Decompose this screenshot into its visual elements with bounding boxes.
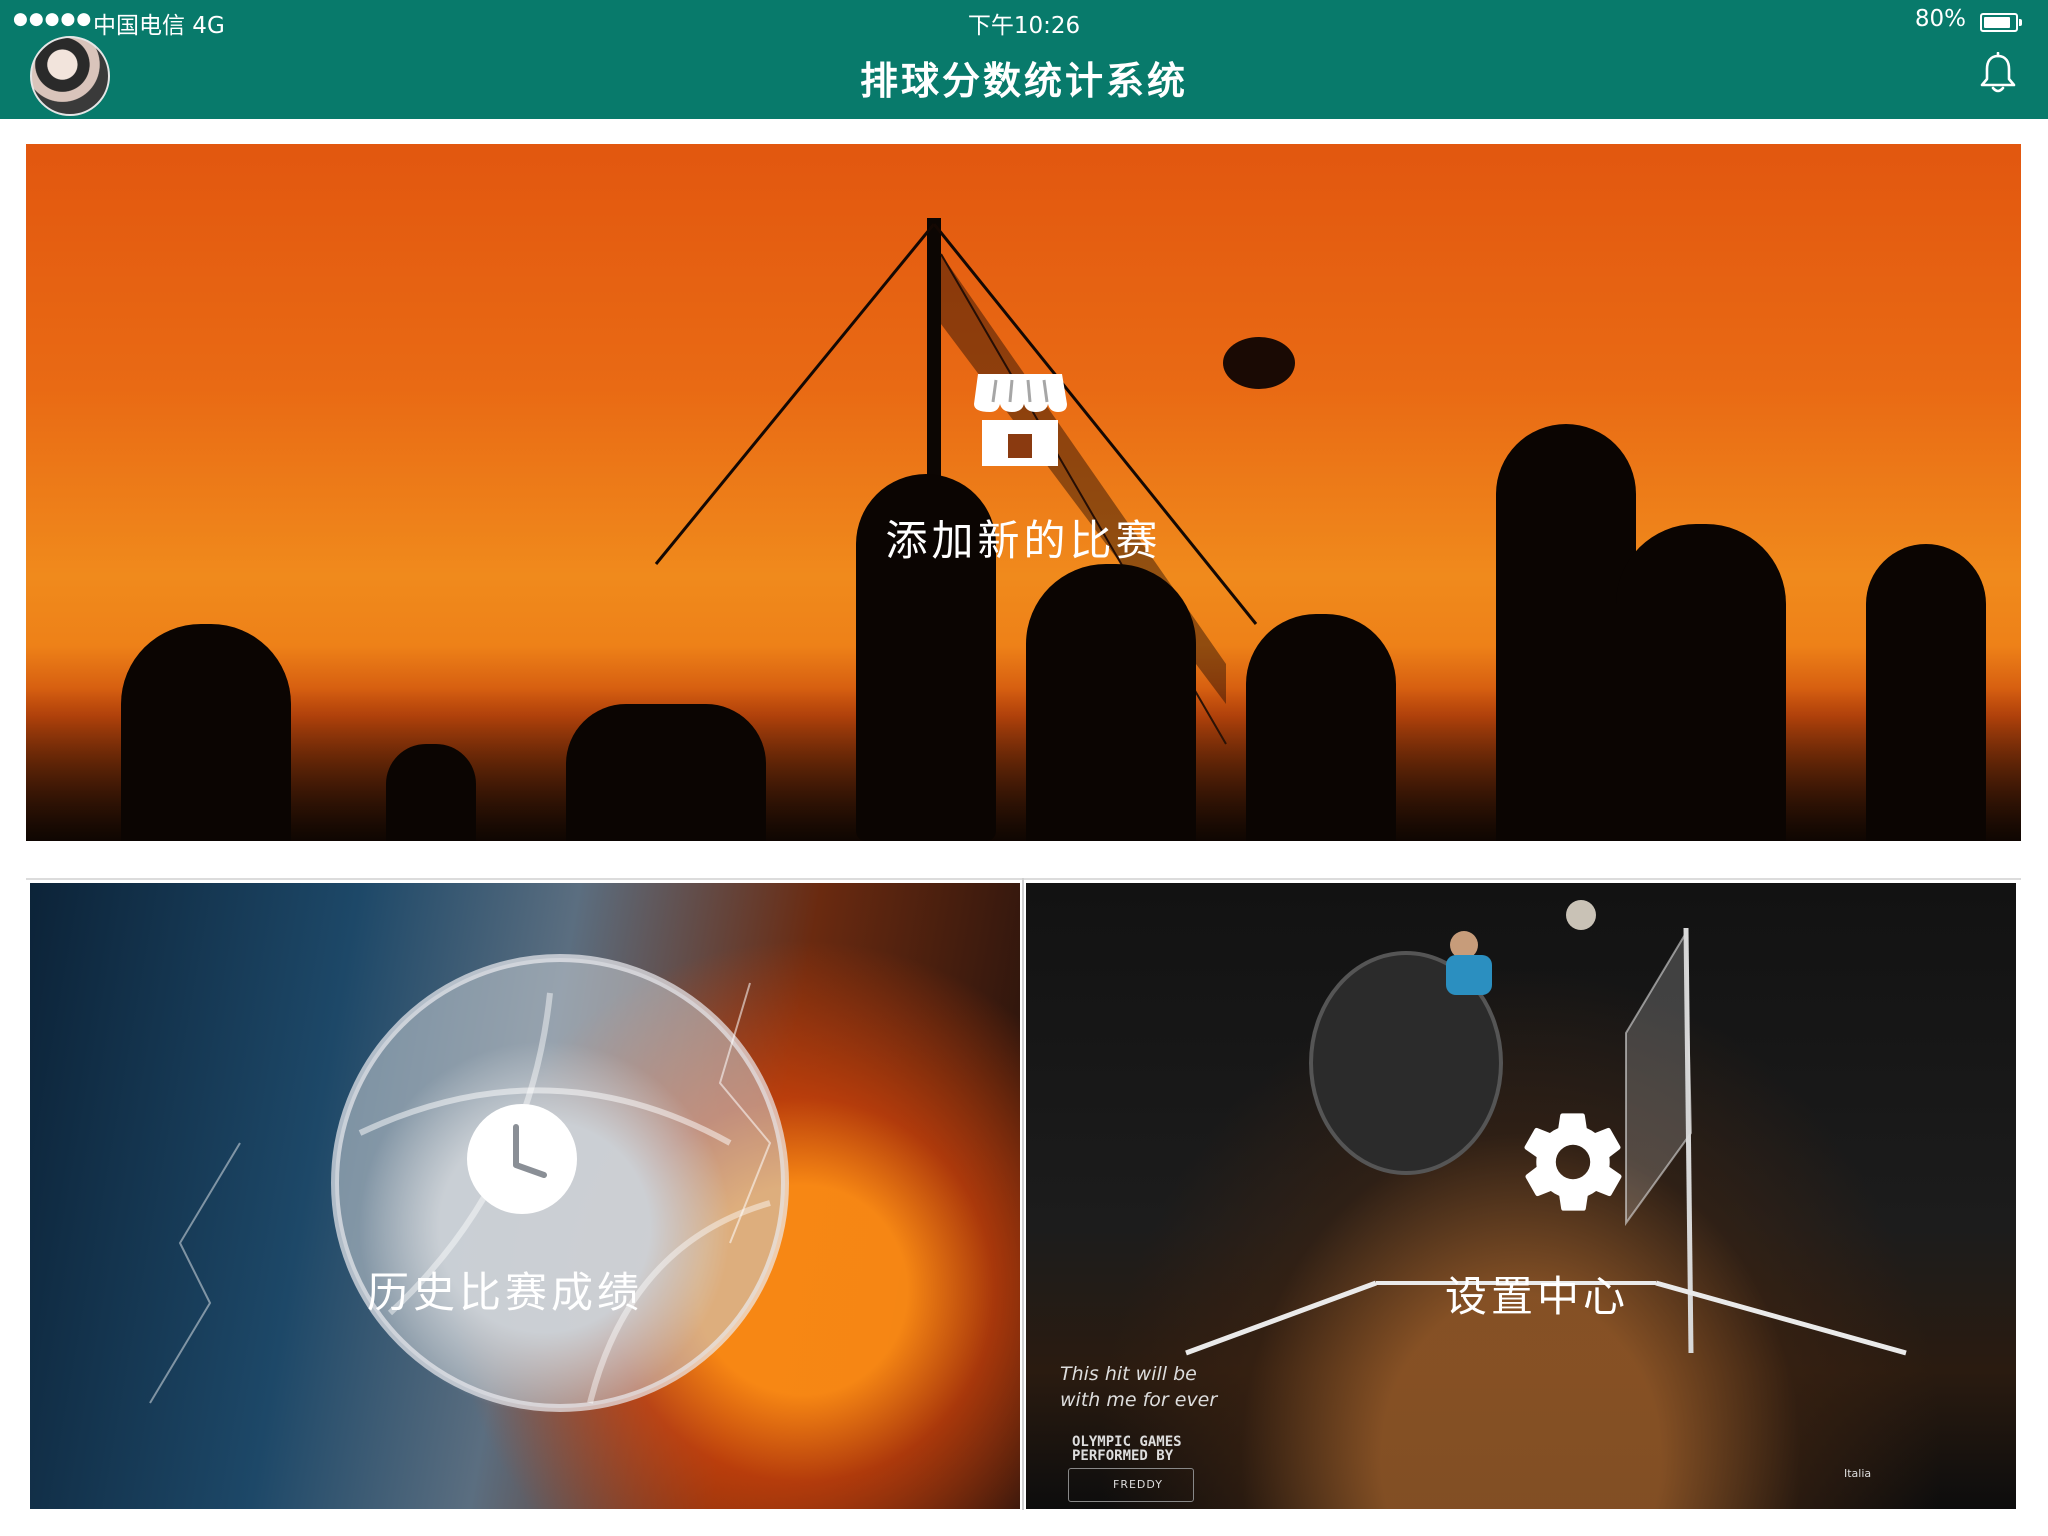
ad-brand-text: FREDDY [1113, 1478, 1163, 1491]
player-silhouette [121, 624, 291, 841]
ad-corner-text: Italia [1844, 1467, 1872, 1480]
clock-icon [467, 1104, 577, 1214]
app-header: ●●●●● 中国电信 4G 下午10:26 80% 排球分数统计系统 [0, 0, 2048, 119]
player-silhouette [566, 704, 766, 841]
player-silhouette [1026, 564, 1196, 841]
match-history-tile[interactable]: 历史比赛成绩 [30, 883, 1020, 1509]
player-silhouette [1616, 524, 1786, 841]
status-time: 下午10:26 [967, 13, 1081, 39]
player-silhouette [1496, 424, 1636, 841]
player-silhouette [386, 744, 476, 841]
ad-handwriting-line1: This hit will be [1060, 1363, 1197, 1385]
ad-brand-logo: FREDDY [1068, 1468, 1194, 1502]
store-icon [974, 374, 1067, 466]
battery-percentage: 80% [1914, 6, 1966, 32]
tile-divider [1022, 878, 1024, 1510]
gear-icon [1524, 1113, 1622, 1211]
add-new-match-label: 添加新的比赛 [885, 516, 1162, 565]
settings-label: 设置中心 [1444, 1272, 1629, 1321]
ad-handwriting-line2: with me for ever [1060, 1389, 1218, 1411]
match-history-label: 历史比赛成绩 [366, 1268, 643, 1317]
player-silhouette [1866, 544, 1986, 841]
add-new-match-tile[interactable]: 添加新的比赛 [26, 144, 2021, 841]
battery-icon [1980, 13, 2022, 32]
bell-icon[interactable] [1978, 52, 2018, 96]
ad-caption-line2: PERFORMED BY [1072, 1448, 1174, 1464]
player-silhouette [1246, 614, 1396, 841]
settings-tile[interactable]: 设置中心 This hit will be with me for ever O… [1026, 883, 2016, 1509]
page-title: 排球分数统计系统 [859, 59, 1188, 103]
